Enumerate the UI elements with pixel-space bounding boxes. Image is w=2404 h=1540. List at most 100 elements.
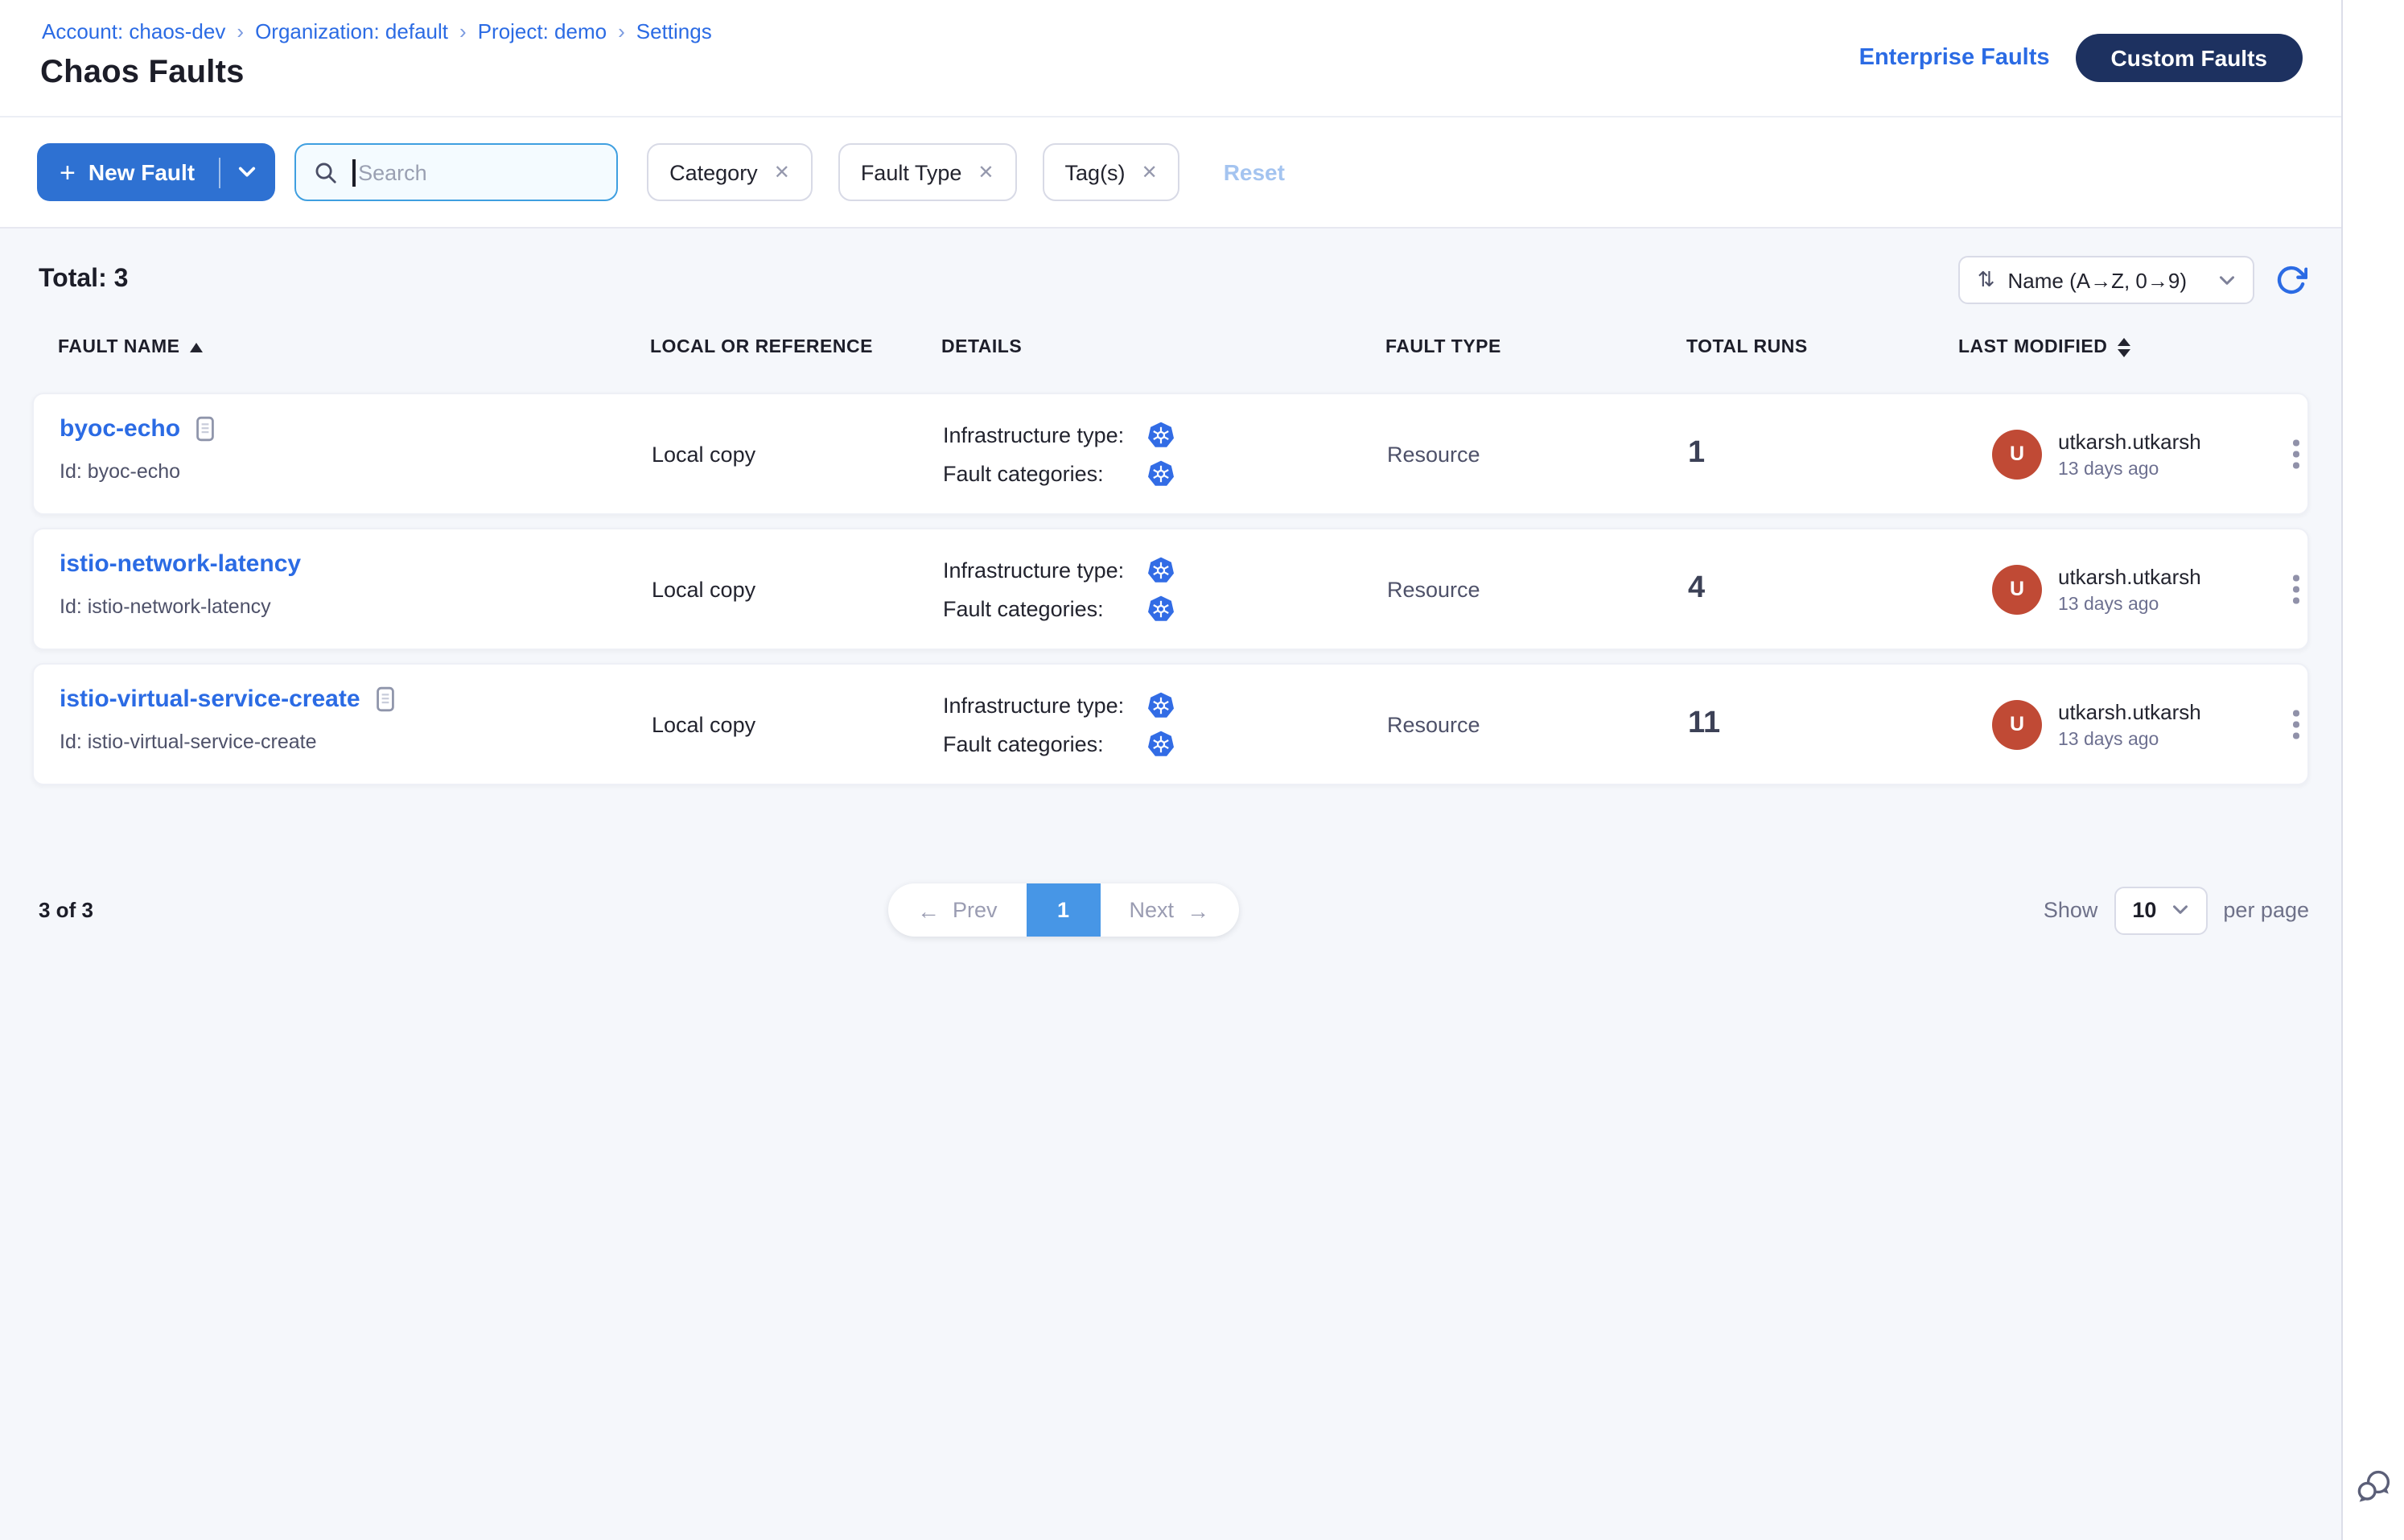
page-size-control: Show 10 per page	[2044, 883, 2309, 937]
column-fault-name[interactable]: FAULT NAME	[58, 338, 203, 357]
faults-list-area: Total: 3 ⇅ Name (A→Z, 0→9) FAULT NAME LO	[0, 229, 2341, 1540]
avatar: U	[1992, 429, 2042, 479]
filter-chip-tags-label: Tag(s)	[1065, 160, 1126, 184]
fault-details: Infrastructure type: Fault categories:	[943, 665, 1175, 784]
page-title: Chaos Faults	[40, 55, 245, 92]
prev-label: Prev	[953, 898, 998, 922]
enterprise-faults-link[interactable]: Enterprise Faults	[1859, 45, 2050, 71]
filter-chip-category[interactable]: Category ✕	[647, 143, 813, 201]
kubernetes-icon	[1147, 556, 1175, 583]
arrow-left-icon: ←	[917, 899, 940, 921]
close-icon[interactable]: ✕	[1142, 163, 1158, 182]
kubernetes-icon	[1147, 730, 1175, 757]
sort-select[interactable]: ⇅ Name (A→Z, 0→9)	[1958, 256, 2254, 304]
breadcrumb-project[interactable]: Project: demo	[478, 19, 607, 43]
row-menu-button[interactable]	[2283, 566, 2308, 613]
breadcrumb-organization[interactable]: Organization: default	[255, 19, 448, 43]
per-page-label: per page	[2223, 898, 2309, 922]
new-fault-label: New Fault	[89, 159, 195, 185]
filter-chip-tags[interactable]: Tag(s) ✕	[1043, 143, 1180, 201]
avatar: U	[1992, 699, 2042, 749]
fault-categories-label: Fault categories:	[943, 596, 1147, 620]
list-header-row: Total: 3 ⇅ Name (A→Z, 0→9)	[39, 256, 2307, 304]
page-header: Account: chaos-dev › Organization: defau…	[0, 0, 2341, 117]
kubernetes-icon	[1147, 691, 1175, 719]
column-details-label: DETAILS	[941, 338, 1022, 357]
total-runs-value: 4	[1688, 529, 1705, 649]
chat-bubbles-icon	[2354, 1468, 2394, 1506]
show-label: Show	[2044, 898, 2098, 922]
sort-both-icon	[2117, 338, 2130, 357]
table-header: FAULT NAME LOCAL OR REFERENCE DETAILS FA…	[32, 335, 2309, 367]
sort-select-value: Name (A→Z, 0→9)	[2008, 268, 2188, 292]
fault-name-link[interactable]: istio-virtual-service-create	[60, 686, 360, 713]
page-size-value: 10	[2132, 898, 2156, 922]
page-size-select[interactable]: 10	[2114, 886, 2207, 934]
breadcrumb-separator-icon: ›	[459, 19, 467, 43]
fault-row-byoc-echo[interactable]: byoc-echo Id: byoc-echo Local copy Infra…	[32, 393, 2309, 515]
manifest-doc-icon	[375, 686, 396, 713]
breadcrumb-separator-icon: ›	[618, 19, 625, 43]
modified-by-user: utkarsh.utkarsh	[2058, 429, 2201, 453]
fault-id: Id: istio-virtual-service-create	[60, 731, 317, 753]
close-icon[interactable]: ✕	[978, 163, 994, 182]
local-or-reference-value: Local copy	[652, 394, 755, 513]
new-fault-button[interactable]: + New Fault	[37, 159, 198, 186]
column-last-modified-label: LAST MODIFIED	[1958, 338, 2107, 357]
infrastructure-type-label: Infrastructure type:	[943, 558, 1147, 582]
kubernetes-icon	[1147, 595, 1175, 622]
chat-widget-button[interactable]	[2354, 1468, 2394, 1514]
local-or-reference-value: Local copy	[652, 665, 755, 784]
local-or-reference-value: Local copy	[652, 529, 755, 649]
fault-details: Infrastructure type: Fault categories:	[943, 394, 1175, 513]
total-runs-value: 1	[1688, 394, 1705, 513]
toolbar: + New Fault Category ✕ Fault	[0, 117, 2341, 229]
fault-type-value: Resource	[1387, 665, 1480, 784]
row-menu-button[interactable]	[2283, 430, 2308, 478]
column-local-label: LOCAL OR REFERENCE	[650, 338, 873, 357]
chevron-down-icon	[238, 166, 256, 179]
filter-chip-category-label: Category	[669, 160, 758, 184]
breadcrumb: Account: chaos-dev › Organization: defau…	[42, 19, 712, 43]
kubernetes-icon	[1147, 421, 1175, 448]
column-details: DETAILS	[941, 338, 1022, 357]
new-fault-dropdown-toggle[interactable]	[220, 166, 275, 179]
search-icon	[314, 160, 338, 184]
filter-chips: Category ✕ Fault Type ✕ Tag(s) ✕	[647, 143, 1180, 201]
fault-name-link[interactable]: byoc-echo	[60, 415, 180, 443]
search-input[interactable]	[355, 160, 599, 184]
next-page-button[interactable]: Next →	[1101, 883, 1239, 937]
sort-arrows-icon: ⇅	[1978, 267, 1995, 293]
modified-time: 13 days ago	[2058, 459, 2201, 479]
breadcrumb-settings[interactable]: Settings	[636, 19, 712, 43]
custom-faults-button[interactable]: Custom Faults	[2076, 34, 2303, 82]
page-1-button[interactable]: 1	[1027, 883, 1101, 937]
reset-filters-button[interactable]: Reset	[1224, 159, 1285, 185]
prev-page-button[interactable]: ← Prev	[888, 883, 1027, 937]
fault-categories-label: Fault categories:	[943, 731, 1147, 756]
fault-name-link[interactable]: istio-network-latency	[60, 550, 301, 578]
row-menu-button[interactable]	[2283, 701, 2308, 748]
fault-details: Infrastructure type: Fault categories:	[943, 529, 1175, 649]
column-total-runs: TOTAL RUNS	[1686, 338, 1808, 357]
column-last-modified[interactable]: LAST MODIFIED	[1958, 338, 2130, 357]
breadcrumb-account[interactable]: Account: chaos-dev	[42, 19, 225, 43]
filter-chip-fault-type[interactable]: Fault Type ✕	[838, 143, 1017, 201]
close-icon[interactable]: ✕	[774, 163, 790, 182]
fault-type-value: Resource	[1387, 529, 1480, 649]
new-fault-split-button[interactable]: + New Fault	[37, 143, 275, 201]
column-total-runs-label: TOTAL RUNS	[1686, 338, 1808, 357]
modified-by-user: utkarsh.utkarsh	[2058, 564, 2201, 588]
breadcrumb-separator-icon: ›	[237, 19, 244, 43]
column-fault-type-label: FAULT TYPE	[1385, 338, 1501, 357]
fault-id: Id: byoc-echo	[60, 460, 180, 483]
fault-row-istio-network-latency[interactable]: istio-network-latency Id: istio-network-…	[32, 528, 2309, 650]
refresh-button[interactable]	[2275, 264, 2307, 296]
arrow-right-icon: →	[1187, 899, 1209, 921]
sort-ascending-icon	[190, 343, 203, 352]
search-box[interactable]	[294, 143, 618, 201]
filter-chip-fault-type-label: Fault Type	[861, 160, 962, 184]
fault-row-istio-virtual-service-create[interactable]: istio-virtual-service-create Id: istio-v…	[32, 663, 2309, 785]
fault-categories-label: Fault categories:	[943, 461, 1147, 485]
modified-time: 13 days ago	[2058, 595, 2201, 614]
